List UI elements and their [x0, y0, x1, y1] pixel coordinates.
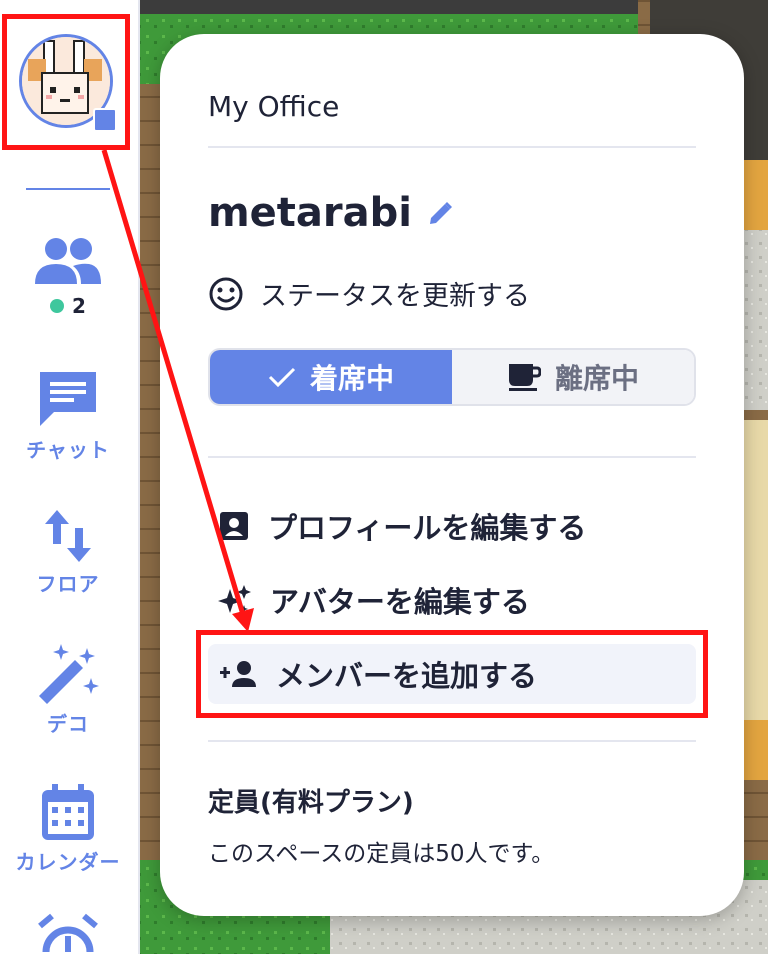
sidebar-item-chat[interactable]: チャット	[0, 368, 136, 463]
online-dot	[50, 299, 65, 313]
sidebar-item-floor[interactable]: フロア	[0, 508, 136, 597]
alarm-icon	[38, 913, 98, 953]
sidebar-divider	[26, 188, 110, 190]
coffee-cup-icon	[508, 364, 541, 391]
people-icon	[35, 238, 101, 284]
magic-wand-icon	[39, 644, 99, 704]
user-name: metarabi	[208, 190, 412, 236]
sidebar-item-label: カレンダー	[15, 850, 121, 874]
pencil-icon	[430, 202, 452, 224]
edit-profile-label: プロフィールを編集する	[268, 511, 587, 545]
sidebar-item-label: デコ	[47, 712, 89, 736]
sidebar-item-label: チャット	[26, 438, 110, 462]
calendar-icon	[42, 784, 94, 840]
sidebar-item-deco[interactable]: デコ	[0, 642, 136, 737]
plan-title: 定員(有料プラン)	[208, 788, 414, 818]
edit-avatar-item[interactable]: アバターを編集する	[208, 570, 696, 630]
presence-away-label: 離席中	[554, 362, 639, 395]
user-menu-popup: My Office metarabi ステータスを更新する 着席中 離席中 プロ…	[160, 34, 744, 916]
chat-icon	[40, 372, 96, 426]
plan-description: このスペースの定員は50人です。	[208, 841, 555, 867]
profile-card-icon	[220, 512, 248, 540]
update-status-button[interactable]: ステータスを更新する	[208, 274, 530, 313]
presence-available-button[interactable]: 着席中	[210, 350, 452, 404]
presence-toggle: 着席中 離席中	[208, 348, 696, 406]
check-icon	[268, 367, 296, 388]
annotation-avatar-box	[2, 14, 130, 150]
divider	[208, 740, 696, 742]
sidebar-item-label: フロア	[36, 572, 100, 596]
online-indicator: 2	[0, 294, 136, 318]
sidebar-item-alarm[interactable]	[0, 912, 136, 954]
edit-name-icon[interactable]	[428, 200, 454, 230]
divider	[208, 456, 696, 458]
sidebar-item-calendar[interactable]: カレンダー	[0, 782, 136, 875]
floor-arrows-icon	[45, 510, 91, 562]
edit-profile-item[interactable]: プロフィールを編集する	[208, 496, 696, 556]
sparkle-icon	[218, 585, 251, 613]
divider	[208, 146, 696, 148]
presence-away-button[interactable]: 離席中	[452, 350, 694, 404]
sidebar-item-members[interactable]: 2	[0, 236, 136, 318]
annotation-add-member-box	[196, 630, 708, 718]
smiley-icon	[209, 277, 243, 310]
online-count: 2	[72, 294, 86, 318]
presence-available-label: 着席中	[309, 362, 394, 395]
space-title: My Office	[208, 90, 340, 123]
update-status-label: ステータスを更新する	[260, 281, 530, 312]
edit-avatar-label: アバターを編集する	[270, 585, 530, 619]
